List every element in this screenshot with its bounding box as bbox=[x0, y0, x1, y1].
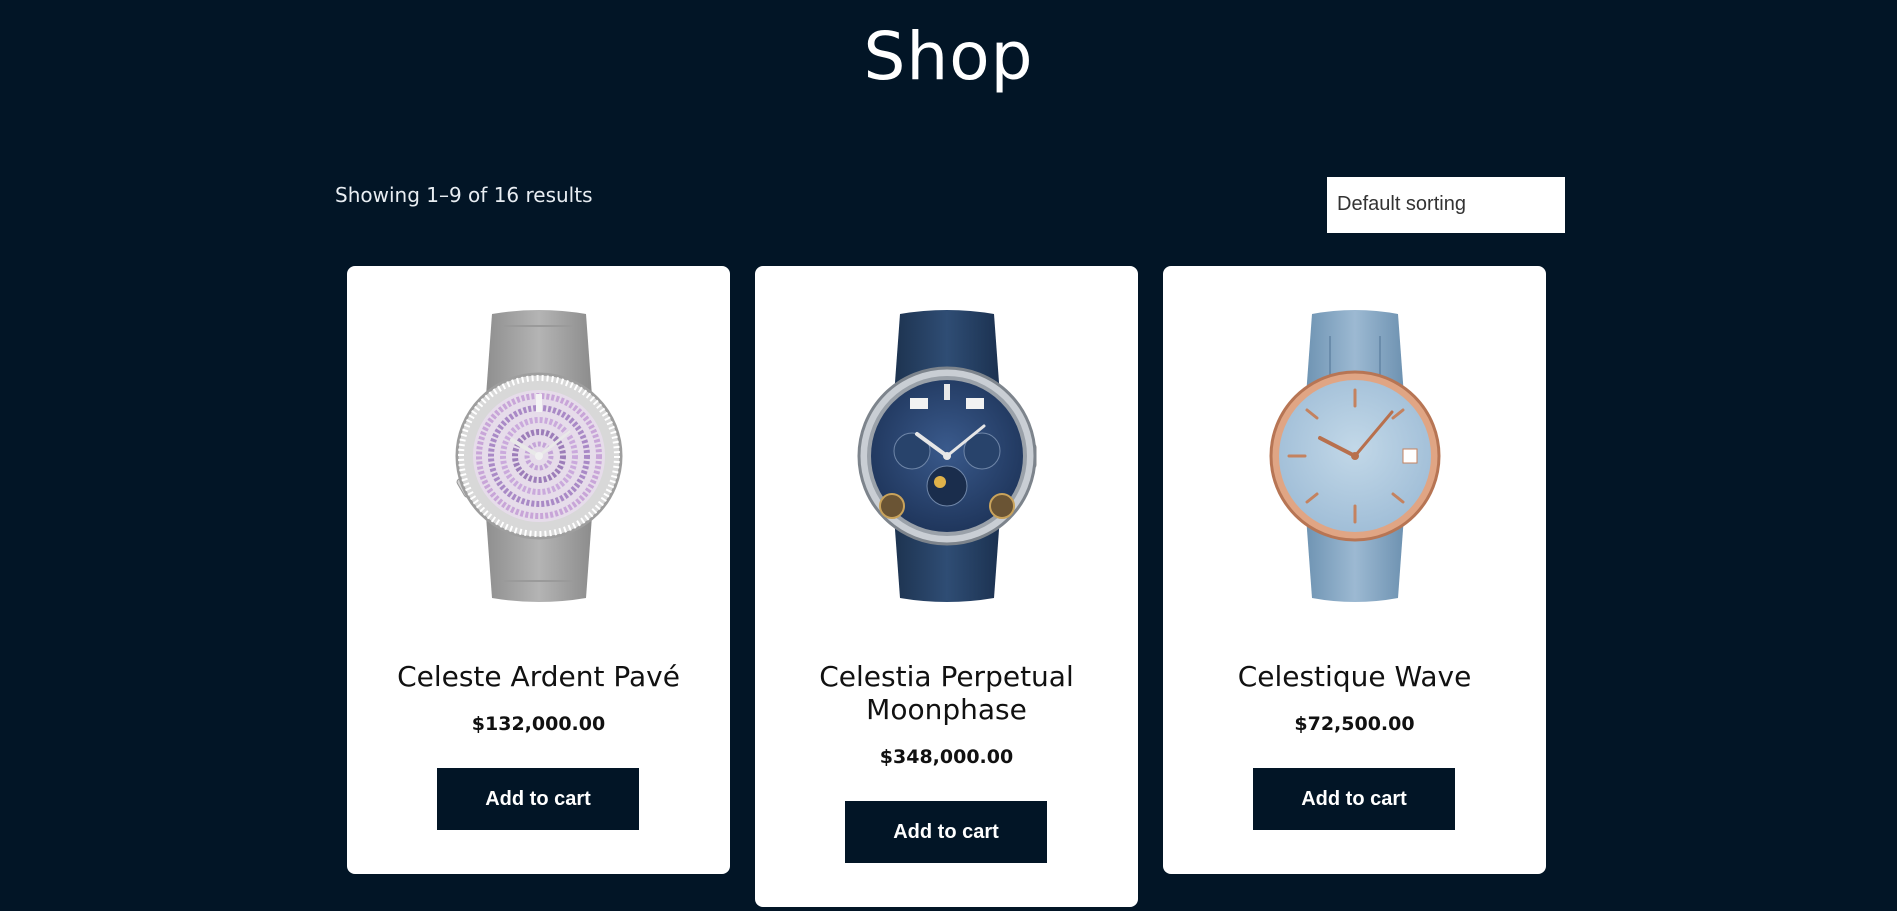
result-count: Showing 1–9 of 16 results bbox=[335, 183, 593, 207]
product-price: $132,000.00 bbox=[471, 713, 606, 735]
product-card: Celestia Perpetual Moonphase $348,000.00… bbox=[755, 266, 1138, 907]
product-name[interactable]: Celestia Perpetual Moonphase bbox=[755, 660, 1138, 726]
page-title: Shop bbox=[863, 18, 1034, 95]
product-name[interactable]: Celeste Ardent Pavé bbox=[347, 660, 730, 693]
add-to-cart-button[interactable]: Add to cart bbox=[845, 801, 1047, 863]
watch-icon-rose-gold-blue[interactable] bbox=[1240, 306, 1470, 606]
product-price: $348,000.00 bbox=[879, 746, 1014, 768]
sort-select-value: Default sorting bbox=[1337, 193, 1466, 215]
product-card: Celeste Ardent Pavé $132,000.00 Add to c… bbox=[347, 266, 730, 874]
product-name[interactable]: Celestique Wave bbox=[1163, 660, 1546, 693]
product-card: Celestique Wave $72,500.00 Add to cart bbox=[1163, 266, 1546, 874]
product-price: $72,500.00 bbox=[1294, 713, 1415, 735]
add-to-cart-button[interactable]: Add to cart bbox=[1253, 768, 1455, 830]
watch-icon-diamond-pave[interactable] bbox=[424, 306, 654, 606]
add-to-cart-button[interactable]: Add to cart bbox=[437, 768, 639, 830]
watch-icon-blue-moonphase[interactable] bbox=[832, 306, 1062, 606]
sort-select[interactable]: Default sorting bbox=[1327, 177, 1565, 233]
